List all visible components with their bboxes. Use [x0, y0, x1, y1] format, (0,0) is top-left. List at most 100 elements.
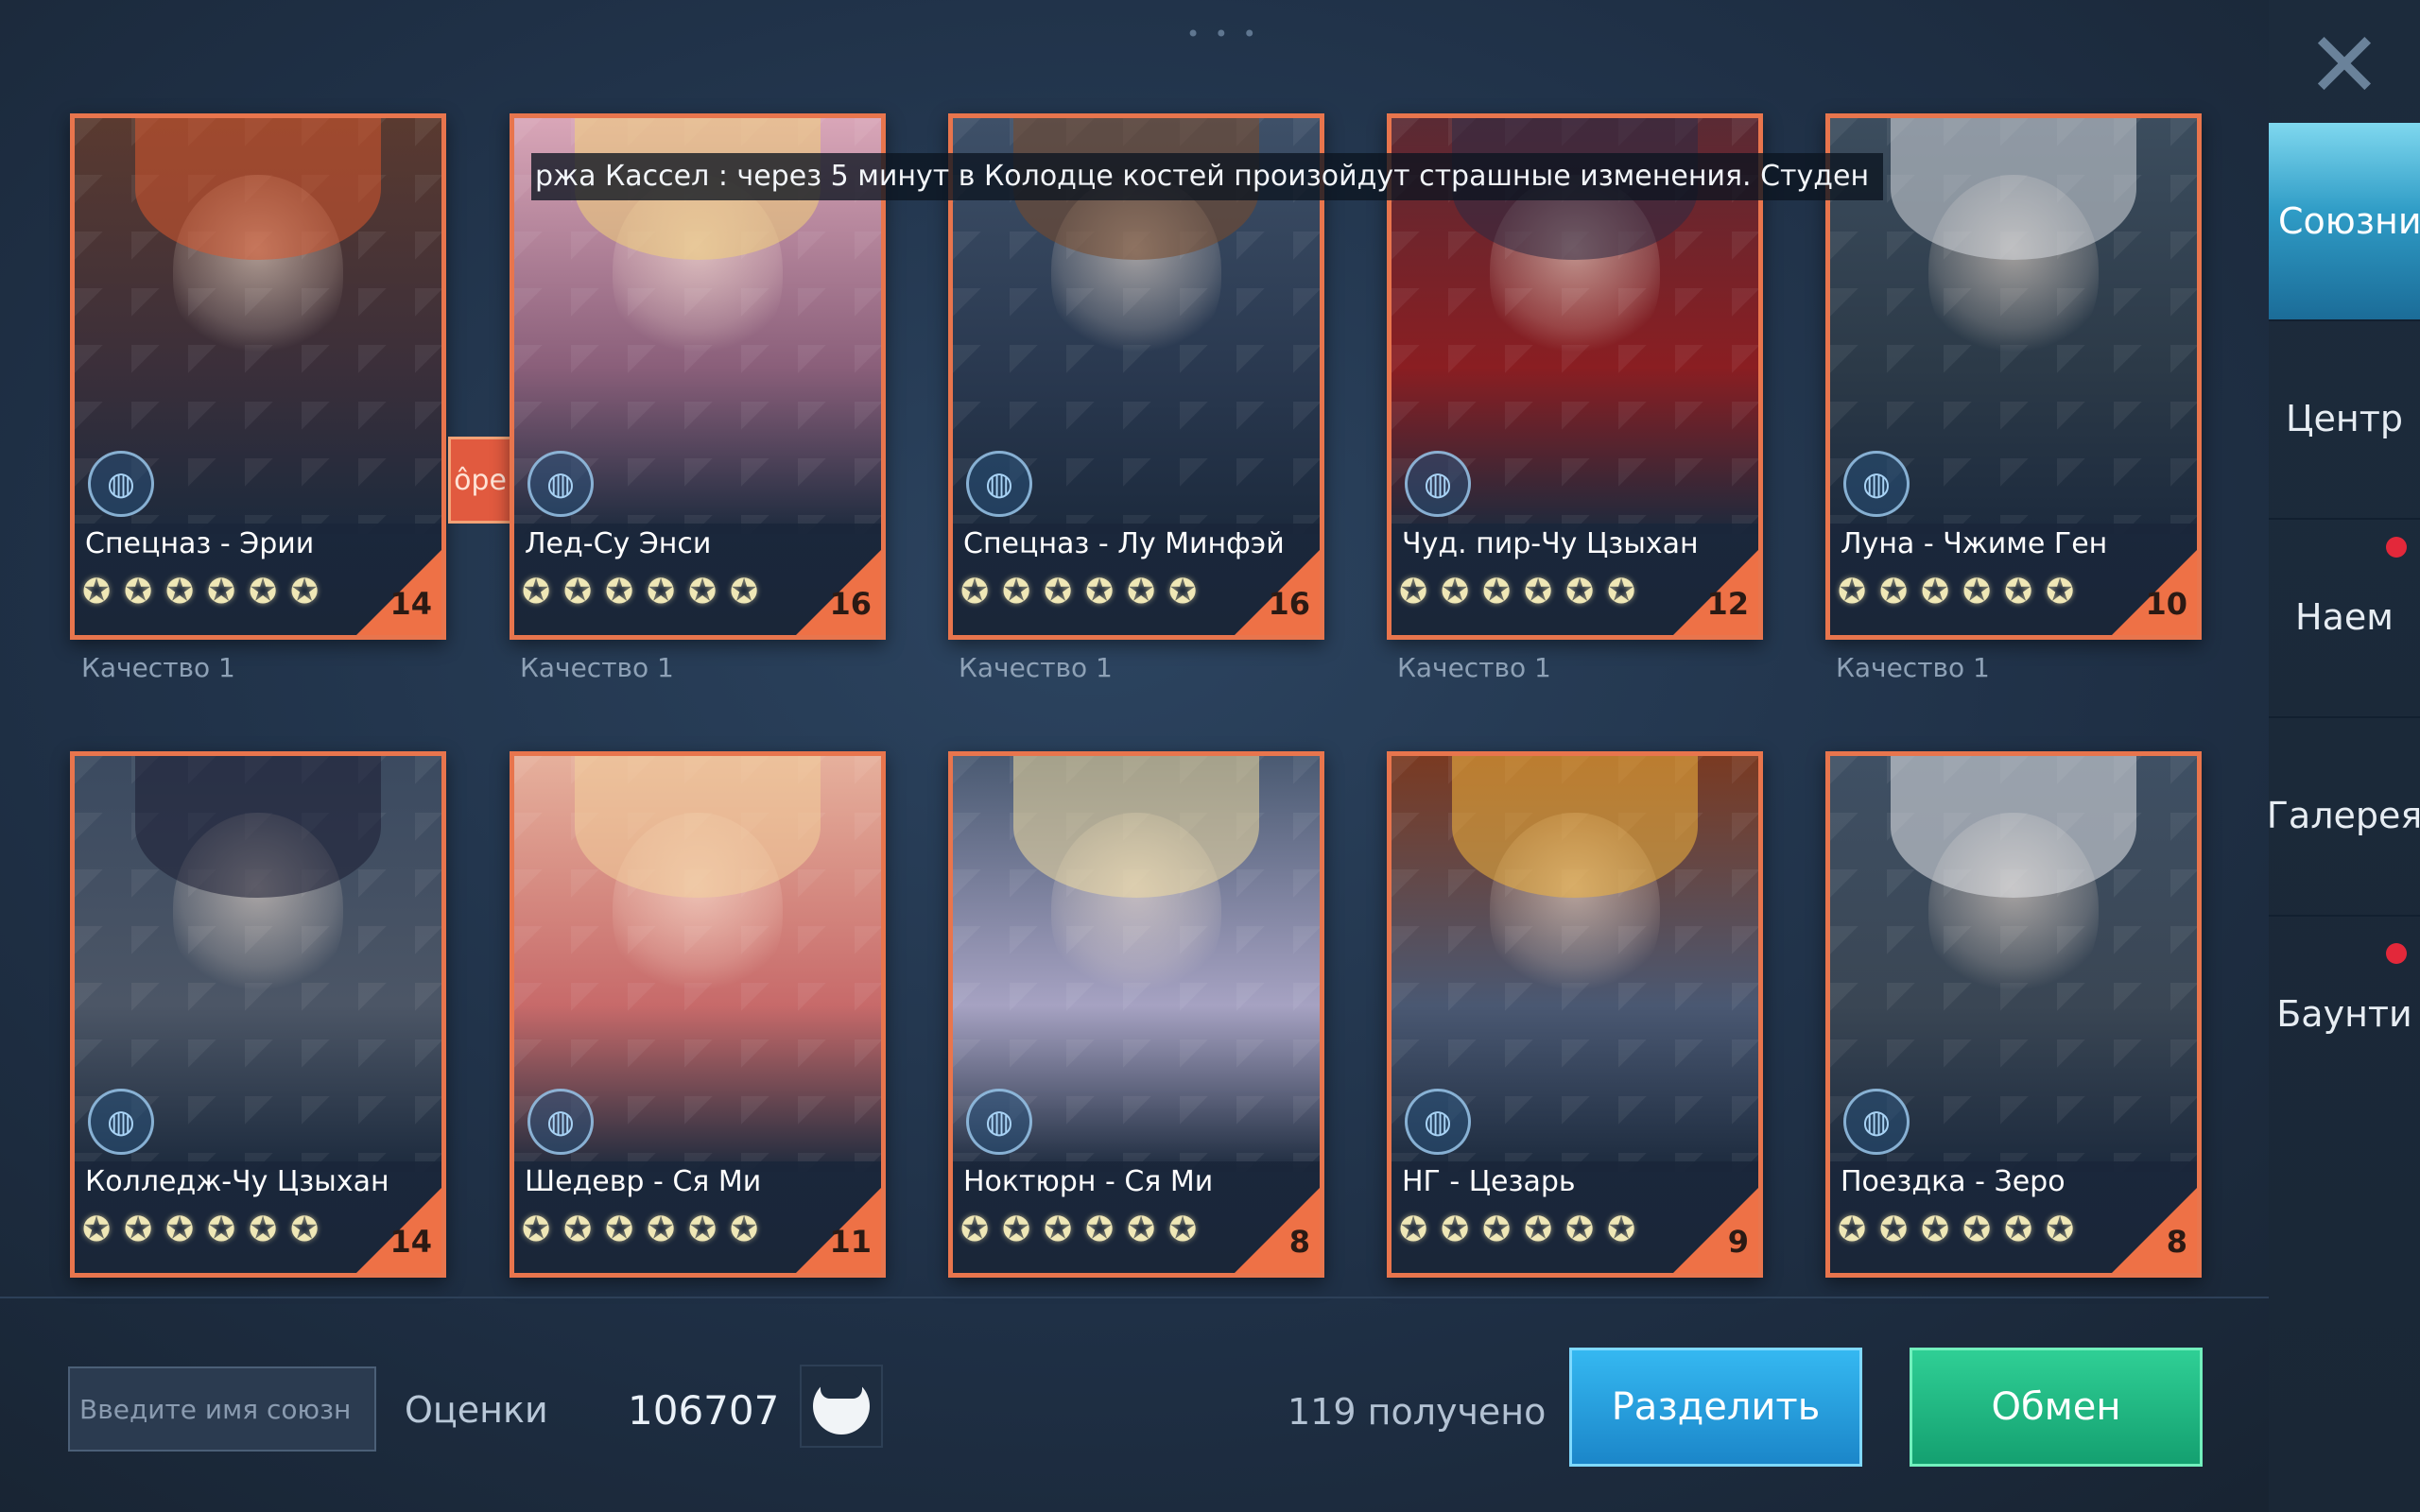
character-level: 11 [829, 1224, 872, 1260]
character-name: НГ - Цезарь [1402, 1165, 1576, 1198]
character-name: Ноктюрн - Ся Ми [963, 1165, 1214, 1198]
character-level: 14 [389, 1224, 432, 1260]
star-icon: ✪ [1838, 573, 1867, 611]
star-icon: ✪ [1565, 1211, 1595, 1249]
star-icon: ✪ [730, 573, 759, 611]
star-icon: ✪ [249, 573, 278, 611]
faction-emblem-icon: ◍ [966, 451, 1032, 517]
star-icon: ✪ [1607, 573, 1636, 611]
star-icon: ✪ [605, 573, 634, 611]
star-icon: ✪ [1127, 573, 1156, 611]
faction-emblem-icon: ◍ [1843, 1089, 1910, 1155]
sidebar-item-allies[interactable]: Союзник [2269, 123, 2420, 319]
card-info: Спецназ - Лу Минфэй ✪ ✪ ✪ ✪ ✪ ✪ 16 [953, 524, 1320, 635]
character-card[interactable]: ◍ Ноктюрн - Ся Ми ✪ ✪ ✪ ✪ ✪ ✪ 8 [948, 751, 1324, 1278]
card-info: Лед-Су Энси ✪ ✪ ✪ ✪ ✪ ✪ 16 [514, 524, 881, 635]
avatar-icon[interactable] [800, 1365, 883, 1448]
character-portrait: ◍ [953, 756, 1320, 1172]
split-button[interactable]: Разделить [1569, 1348, 1862, 1467]
ally-search-input[interactable] [68, 1366, 376, 1452]
event-tag[interactable]: ôpe [448, 437, 512, 524]
faction-emblem-icon: ◍ [1843, 451, 1910, 517]
star-icon: ✪ [1482, 1211, 1512, 1249]
character-level: 9 [1727, 1224, 1749, 1260]
ratings-label: Оценки [405, 1389, 548, 1431]
drag-handle[interactable]: • • • [1186, 21, 1260, 47]
card-info: Спецназ - Эрии ✪ ✪ ✪ ✪ ✪ ✪ 14 [75, 524, 441, 635]
star-icon: ✪ [1085, 573, 1115, 611]
character-name: Лед-Су Энси [525, 527, 712, 560]
character-name: Чуд. пир-Чу Цзыхан [1402, 527, 1699, 560]
star-icon: ✪ [1524, 1211, 1553, 1249]
star-icon: ✪ [207, 573, 236, 611]
character-card[interactable]: ◍ Поездка - Зеро ✪ ✪ ✪ ✪ ✪ ✪ 8 [1825, 751, 2202, 1278]
star-icon: ✪ [1127, 1211, 1156, 1249]
star-rating: ✪ ✪ ✪ ✪ ✪ ✪ [960, 1211, 1210, 1250]
faction-emblem-icon: ◍ [966, 1089, 1032, 1155]
star-icon: ✪ [960, 1211, 990, 1249]
faction-emblem-icon: ◍ [88, 451, 154, 517]
star-rating: ✪ ✪ ✪ ✪ ✪ ✪ [522, 1211, 771, 1250]
star-icon: ✪ [1879, 1211, 1909, 1249]
star-rating: ✪ ✪ ✪ ✪ ✪ ✪ [1838, 573, 2087, 612]
star-icon: ✪ [124, 1211, 153, 1249]
card-info: НГ - Цезарь ✪ ✪ ✪ ✪ ✪ ✪ 9 [1392, 1161, 1758, 1273]
star-icon: ✪ [688, 1211, 717, 1249]
character-level: 14 [389, 586, 432, 622]
character-level: 8 [1288, 1224, 1310, 1260]
swap-button[interactable]: Обмен [1910, 1348, 2203, 1467]
quality-label: Качество 1 [1836, 652, 1990, 683]
character-name: Колледж-Чу Цзыхан [85, 1165, 389, 1198]
sidebar-item-gallery[interactable]: Галерея [2269, 716, 2420, 913]
announcement-marquee: ржа Кассел : через 5 минут в Колодце кос… [531, 153, 1883, 200]
star-rating: ✪ ✪ ✪ ✪ ✪ ✪ [960, 573, 1210, 612]
star-icon: ✪ [1879, 573, 1909, 611]
star-icon: ✪ [124, 573, 153, 611]
star-icon: ✪ [1565, 573, 1595, 611]
character-level: 8 [2166, 1224, 2187, 1260]
character-name: Спецназ - Эрии [85, 527, 315, 560]
star-icon: ✪ [1524, 573, 1553, 611]
character-card[interactable]: ◍ НГ - Цезарь ✪ ✪ ✪ ✪ ✪ ✪ 9 [1387, 751, 1763, 1278]
character-level: 10 [2145, 586, 2187, 622]
star-icon: ✪ [82, 1211, 112, 1249]
close-icon[interactable]: ✕ [2288, 20, 2401, 111]
star-icon: ✪ [960, 573, 990, 611]
star-icon: ✪ [82, 573, 112, 611]
character-card[interactable]: ◍ Колледж-Чу Цзыхан ✪ ✪ ✪ ✪ ✪ ✪ 14 [70, 751, 446, 1278]
star-icon: ✪ [1002, 573, 1031, 611]
character-name: Спецназ - Лу Минфэй [963, 527, 1285, 560]
quality-label: Качество 1 [520, 652, 674, 683]
character-level: 12 [1706, 586, 1749, 622]
faction-emblem-icon: ◍ [1405, 451, 1471, 517]
star-icon: ✪ [1921, 573, 1950, 611]
sidebar-item-center[interactable]: Центр [2269, 319, 2420, 516]
star-icon: ✪ [1002, 1211, 1031, 1249]
star-icon: ✪ [165, 1211, 195, 1249]
star-icon: ✪ [1168, 573, 1198, 611]
star-icon: ✪ [2004, 573, 2033, 611]
star-icon: ✪ [1921, 1211, 1950, 1249]
star-icon: ✪ [522, 1211, 551, 1249]
card-info: Луна - Чжиме Ген ✪ ✪ ✪ ✪ ✪ ✪ 10 [1830, 524, 2197, 635]
character-card[interactable]: ◍ Шедевр - Ся Ми ✪ ✪ ✪ ✪ ✪ ✪ 11 [510, 751, 886, 1278]
faction-emblem-icon: ◍ [1405, 1089, 1471, 1155]
star-icon: ✪ [1607, 1211, 1636, 1249]
character-name: Шедевр - Ся Ми [525, 1165, 762, 1198]
star-icon: ✪ [2046, 573, 2075, 611]
star-icon: ✪ [1962, 573, 1992, 611]
character-card[interactable]: ◍ Спецназ - Эрии ✪ ✪ ✪ ✪ ✪ ✪ 14 [70, 113, 446, 640]
card-info: Поездка - Зеро ✪ ✪ ✪ ✪ ✪ ✪ 8 [1830, 1161, 2197, 1273]
star-icon: ✪ [730, 1211, 759, 1249]
character-portrait: ◍ [1392, 756, 1758, 1172]
character-name: Луна - Чжиме Ген [1841, 527, 2108, 560]
star-icon: ✪ [1168, 1211, 1198, 1249]
star-rating: ✪ ✪ ✪ ✪ ✪ ✪ [82, 573, 332, 612]
star-icon: ✪ [249, 1211, 278, 1249]
quality-label: Качество 1 [1397, 652, 1551, 683]
star-icon: ✪ [522, 573, 551, 611]
star-icon: ✪ [290, 573, 320, 611]
star-icon: ✪ [605, 1211, 634, 1249]
divider [0, 1297, 2269, 1298]
star-icon: ✪ [1044, 1211, 1073, 1249]
